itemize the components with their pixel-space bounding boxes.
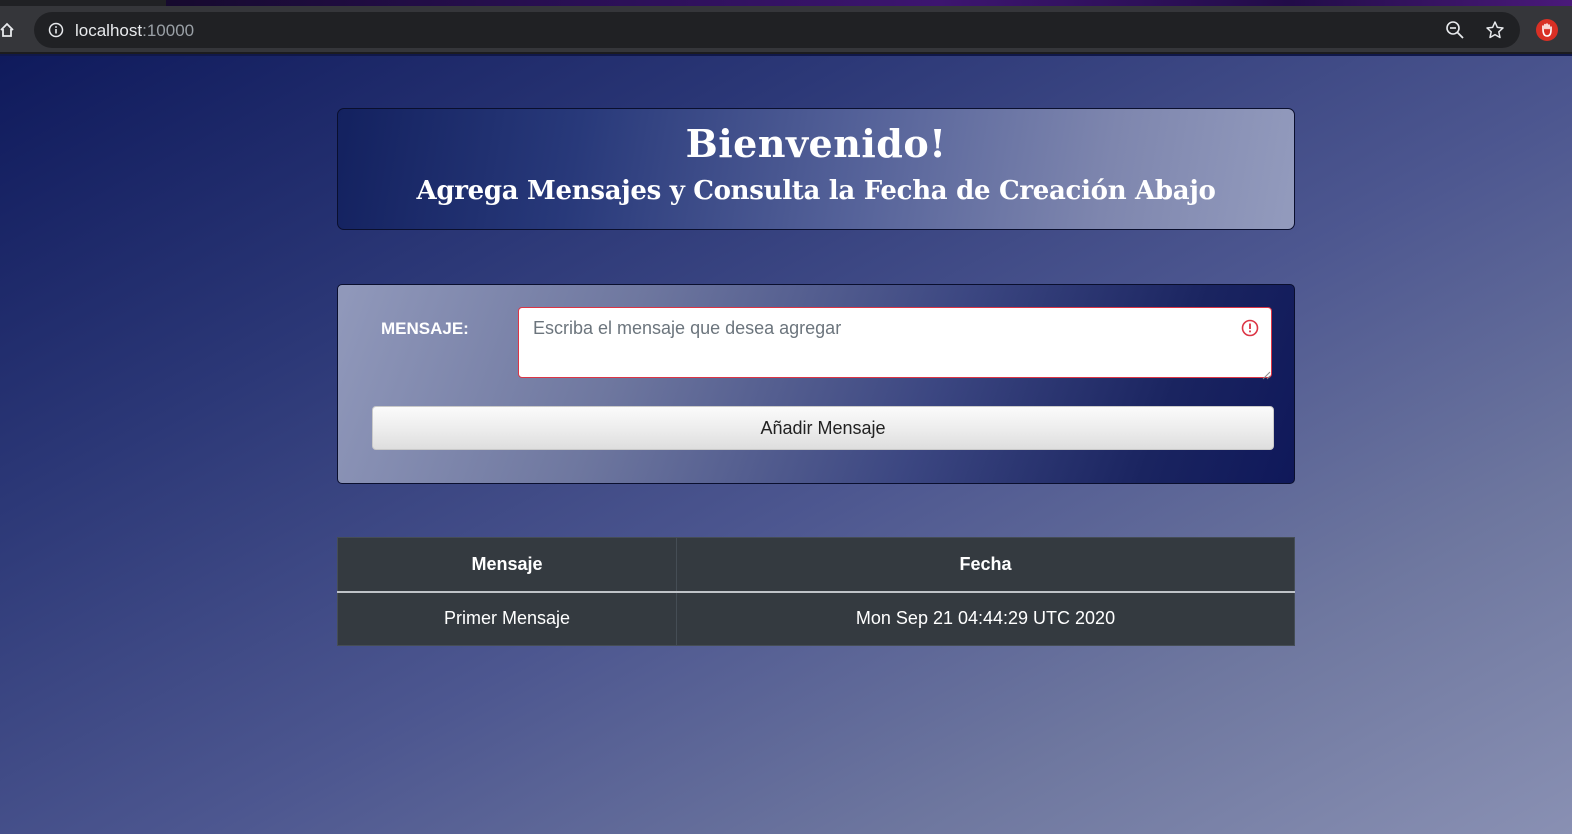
url-port: :10000 [142, 21, 195, 40]
page-body: Bienvenido! Agrega Mensajes y Consulta l… [0, 56, 1572, 834]
hand-stop-icon[interactable] [1536, 19, 1558, 41]
table-cell-fecha: Mon Sep 21 04:44:29 UTC 2020 [676, 591, 1295, 646]
error-circle-icon [1241, 319, 1259, 337]
star-icon[interactable] [1485, 20, 1505, 40]
page-subtitle: Agrega Mensajes y Consulta la Fecha de C… [416, 176, 1216, 206]
table-cell-mensaje: Primer Mensaje [337, 591, 677, 646]
message-input[interactable] [518, 307, 1272, 378]
page-title: Bienvenido! [685, 121, 947, 166]
table-header-row: Mensaje Fecha [337, 537, 1295, 593]
home-icon[interactable] [0, 18, 14, 42]
messages-table: Mensaje Fecha Primer Mensaje Mon Sep 21 … [337, 537, 1295, 646]
info-icon[interactable] [48, 22, 64, 38]
welcome-banner: Bienvenido! Agrega Mensajes y Consulta l… [337, 108, 1295, 230]
message-form: MENSAJE: Añadir Mensaje [337, 284, 1295, 484]
url-host: localhost [75, 21, 143, 40]
resize-handle-icon[interactable] [1262, 365, 1271, 380]
add-message-button[interactable]: Añadir Mensaje [372, 406, 1274, 450]
url-text: localhost:10000 [75, 21, 194, 41]
column-header-fecha: Fecha [676, 537, 1295, 593]
address-bar[interactable]: localhost:10000 [34, 12, 1520, 48]
table-row: Primer Mensaje Mon Sep 21 04:44:29 UTC 2… [337, 591, 1295, 646]
browser-toolbar: localhost:10000 [0, 6, 1572, 54]
column-header-mensaje: Mensaje [337, 537, 677, 593]
message-label: MENSAJE: [381, 319, 469, 338]
zoom-out-icon[interactable] [1445, 20, 1465, 40]
